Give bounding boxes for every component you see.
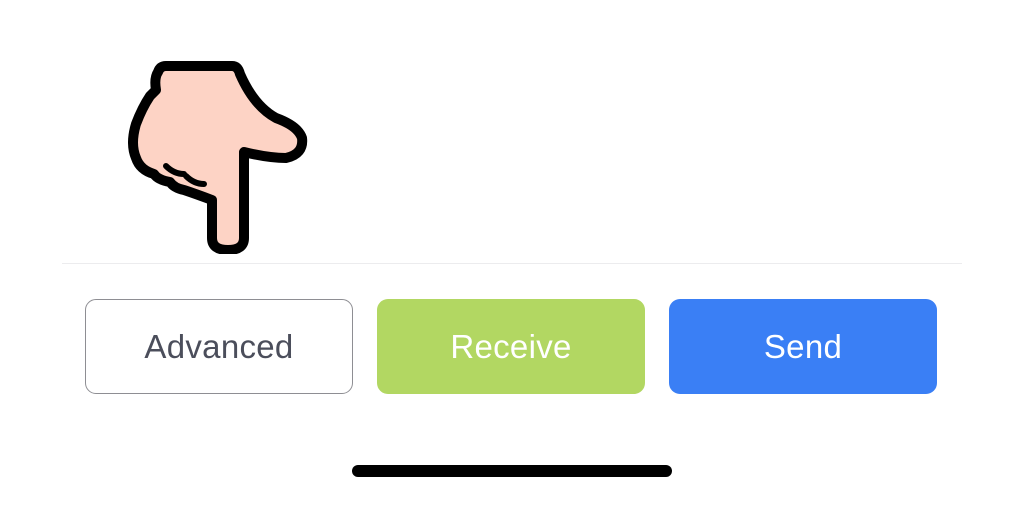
pointing-down-hand-icon xyxy=(128,61,308,254)
advanced-button[interactable]: Advanced xyxy=(85,299,353,394)
home-indicator[interactable] xyxy=(352,465,672,477)
receive-button[interactable]: Receive xyxy=(377,299,645,394)
send-button[interactable]: Send xyxy=(669,299,937,394)
action-buttons: Advanced Receive Send xyxy=(85,299,937,394)
divider xyxy=(62,263,962,264)
